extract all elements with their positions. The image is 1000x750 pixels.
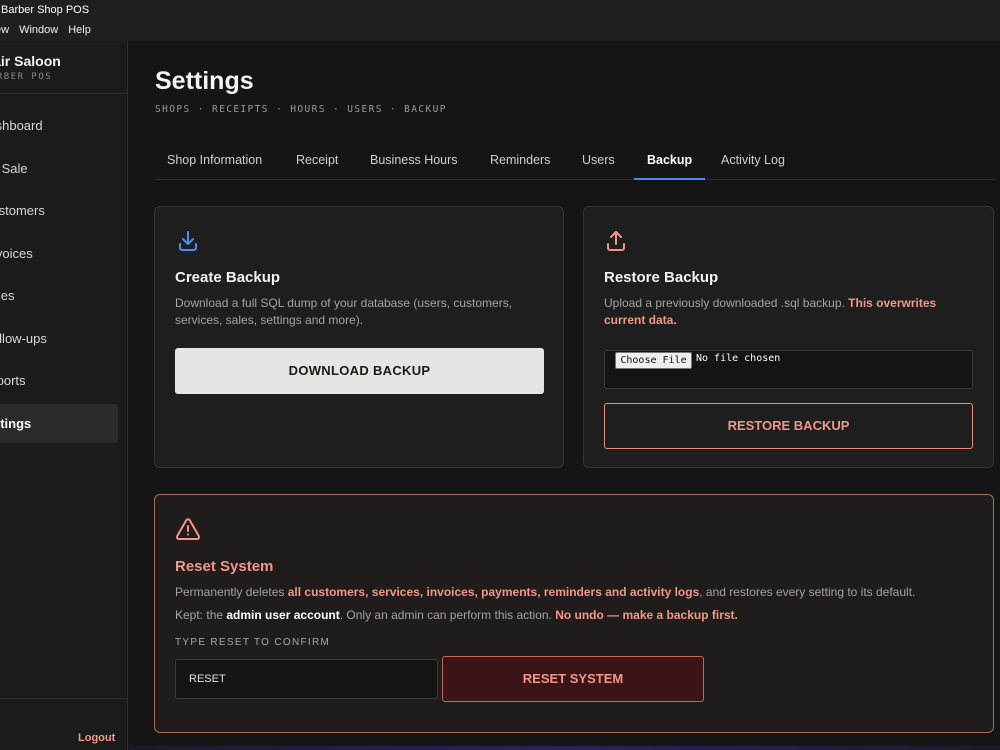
sidebar-item-label: Settings bbox=[0, 416, 32, 431]
reset-line2-mid: . Only an admin can perform this action. bbox=[339, 608, 556, 622]
sidebar-item-label: Reports bbox=[0, 373, 26, 388]
main-content: Settings SHOPS · RECEIPTS · HOURS · USER… bbox=[129, 41, 1000, 750]
sidebar-divider bbox=[0, 93, 128, 94]
tab-activity-log[interactable]: Activity Log bbox=[721, 143, 785, 180]
create-backup-card: Create Backup Download a full SQL dump o… bbox=[154, 206, 564, 468]
sidebar-item-label: Dashboard bbox=[0, 118, 43, 133]
reset-line2-kept: admin user account bbox=[226, 608, 340, 622]
download-icon bbox=[176, 229, 200, 253]
sidebar-item-label: New Sale bbox=[0, 161, 28, 176]
create-backup-title: Create Backup bbox=[175, 269, 281, 286]
brand: Hair Saloon BARBER POS bbox=[0, 53, 128, 93]
sidebar-item-label: Follow-ups bbox=[0, 331, 47, 346]
breadcrumb: SHOPS · RECEIPTS · HOURS · USERS · BACKU… bbox=[155, 104, 447, 115]
file-status-text: No file chosen bbox=[696, 353, 781, 364]
menu-bar: ew Window Help bbox=[0, 20, 1000, 41]
restore-description-text: Upload a previously downloaded .sql back… bbox=[604, 296, 845, 310]
restore-backup-title: Restore Backup bbox=[604, 269, 719, 286]
brand-subtitle: BARBER POS bbox=[0, 72, 53, 82]
settings-tabs: Shop Information Receipt Business Hours … bbox=[155, 143, 995, 180]
sidebar: Hair Saloon BARBER POS Dashboard New Sal… bbox=[0, 41, 128, 750]
reset-description-line1: Permanently deletes all customers, servi… bbox=[175, 584, 985, 601]
restore-backup-description: Upload a previously downloaded .sql back… bbox=[604, 295, 974, 329]
reset-line2-prefix: Kept: the bbox=[175, 608, 227, 622]
sidebar-item-settings[interactable]: Settings bbox=[0, 404, 118, 443]
menu-view[interactable]: ew bbox=[0, 20, 14, 41]
download-backup-button[interactable]: DOWNLOAD BACKUP bbox=[175, 348, 544, 394]
reset-system-title: Reset System bbox=[175, 558, 274, 575]
sidebar-item-label: Sales bbox=[0, 288, 15, 303]
tab-users[interactable]: Users bbox=[582, 143, 615, 180]
sidebar-item-dashboard[interactable]: Dashboard bbox=[0, 106, 118, 145]
upload-icon bbox=[604, 229, 628, 253]
reset-line1-prefix: Permanently deletes bbox=[175, 585, 288, 599]
logout-button[interactable]: Logout bbox=[78, 732, 115, 744]
tab-backup[interactable]: Backup bbox=[634, 143, 706, 180]
restore-backup-button[interactable]: RESTORE BACKUP bbox=[604, 403, 973, 449]
reset-line1-deletes: all customers, services, invoices, payme… bbox=[287, 585, 700, 599]
menu-window[interactable]: Window bbox=[14, 20, 63, 41]
brand-name: Hair Saloon bbox=[0, 53, 61, 69]
reset-confirm-input[interactable]: RESET bbox=[175, 659, 438, 699]
sidebar-item-invoices[interactable]: Invoices bbox=[0, 234, 118, 273]
reset-line2-warning: No undo — make a backup first. bbox=[555, 608, 738, 622]
tab-shop-information[interactable]: Shop Information bbox=[167, 143, 262, 180]
reset-system-card: Reset System Permanently deletes all cus… bbox=[154, 494, 994, 733]
window-title: Barber Shop POS bbox=[1, 4, 90, 16]
tab-receipt[interactable]: Receipt bbox=[296, 143, 338, 180]
sidebar-item-sales[interactable]: Sales bbox=[0, 276, 118, 315]
warning-icon bbox=[175, 517, 201, 541]
sidebar-item-reports[interactable]: Reports bbox=[0, 361, 118, 400]
sidebar-divider bbox=[0, 698, 128, 699]
sidebar-item-new-sale[interactable]: New Sale bbox=[0, 149, 118, 188]
tab-business-hours[interactable]: Business Hours bbox=[370, 143, 458, 180]
choose-file-button[interactable]: Choose File bbox=[615, 352, 692, 369]
reset-system-button[interactable]: RESET SYSTEM bbox=[442, 656, 704, 702]
sidebar-item-customers[interactable]: Customers bbox=[0, 191, 118, 230]
confirm-label: TYPE RESET TO CONFIRM bbox=[175, 637, 331, 648]
restore-backup-card: Restore Backup Upload a previously downl… bbox=[583, 206, 994, 468]
sidebar-item-follow-ups[interactable]: Follow-ups bbox=[0, 319, 118, 358]
tab-reminders[interactable]: Reminders bbox=[490, 143, 550, 180]
create-backup-description: Download a full SQL dump of your databas… bbox=[175, 296, 513, 327]
reset-line1-suffix: , and restores every setting to its defa… bbox=[699, 585, 916, 599]
sidebar-item-label: Invoices bbox=[0, 246, 33, 261]
reset-description-line2: Kept: the admin user account. Only an ad… bbox=[175, 607, 985, 624]
menu-help[interactable]: Help bbox=[63, 20, 96, 41]
page-title: Settings bbox=[155, 67, 254, 95]
window-title-bar: Barber Shop POS bbox=[0, 0, 1000, 20]
backup-file-input[interactable]: Choose File No file chosen bbox=[604, 350, 973, 389]
bottom-edge bbox=[129, 746, 1000, 750]
sidebar-item-label: Customers bbox=[0, 203, 45, 218]
